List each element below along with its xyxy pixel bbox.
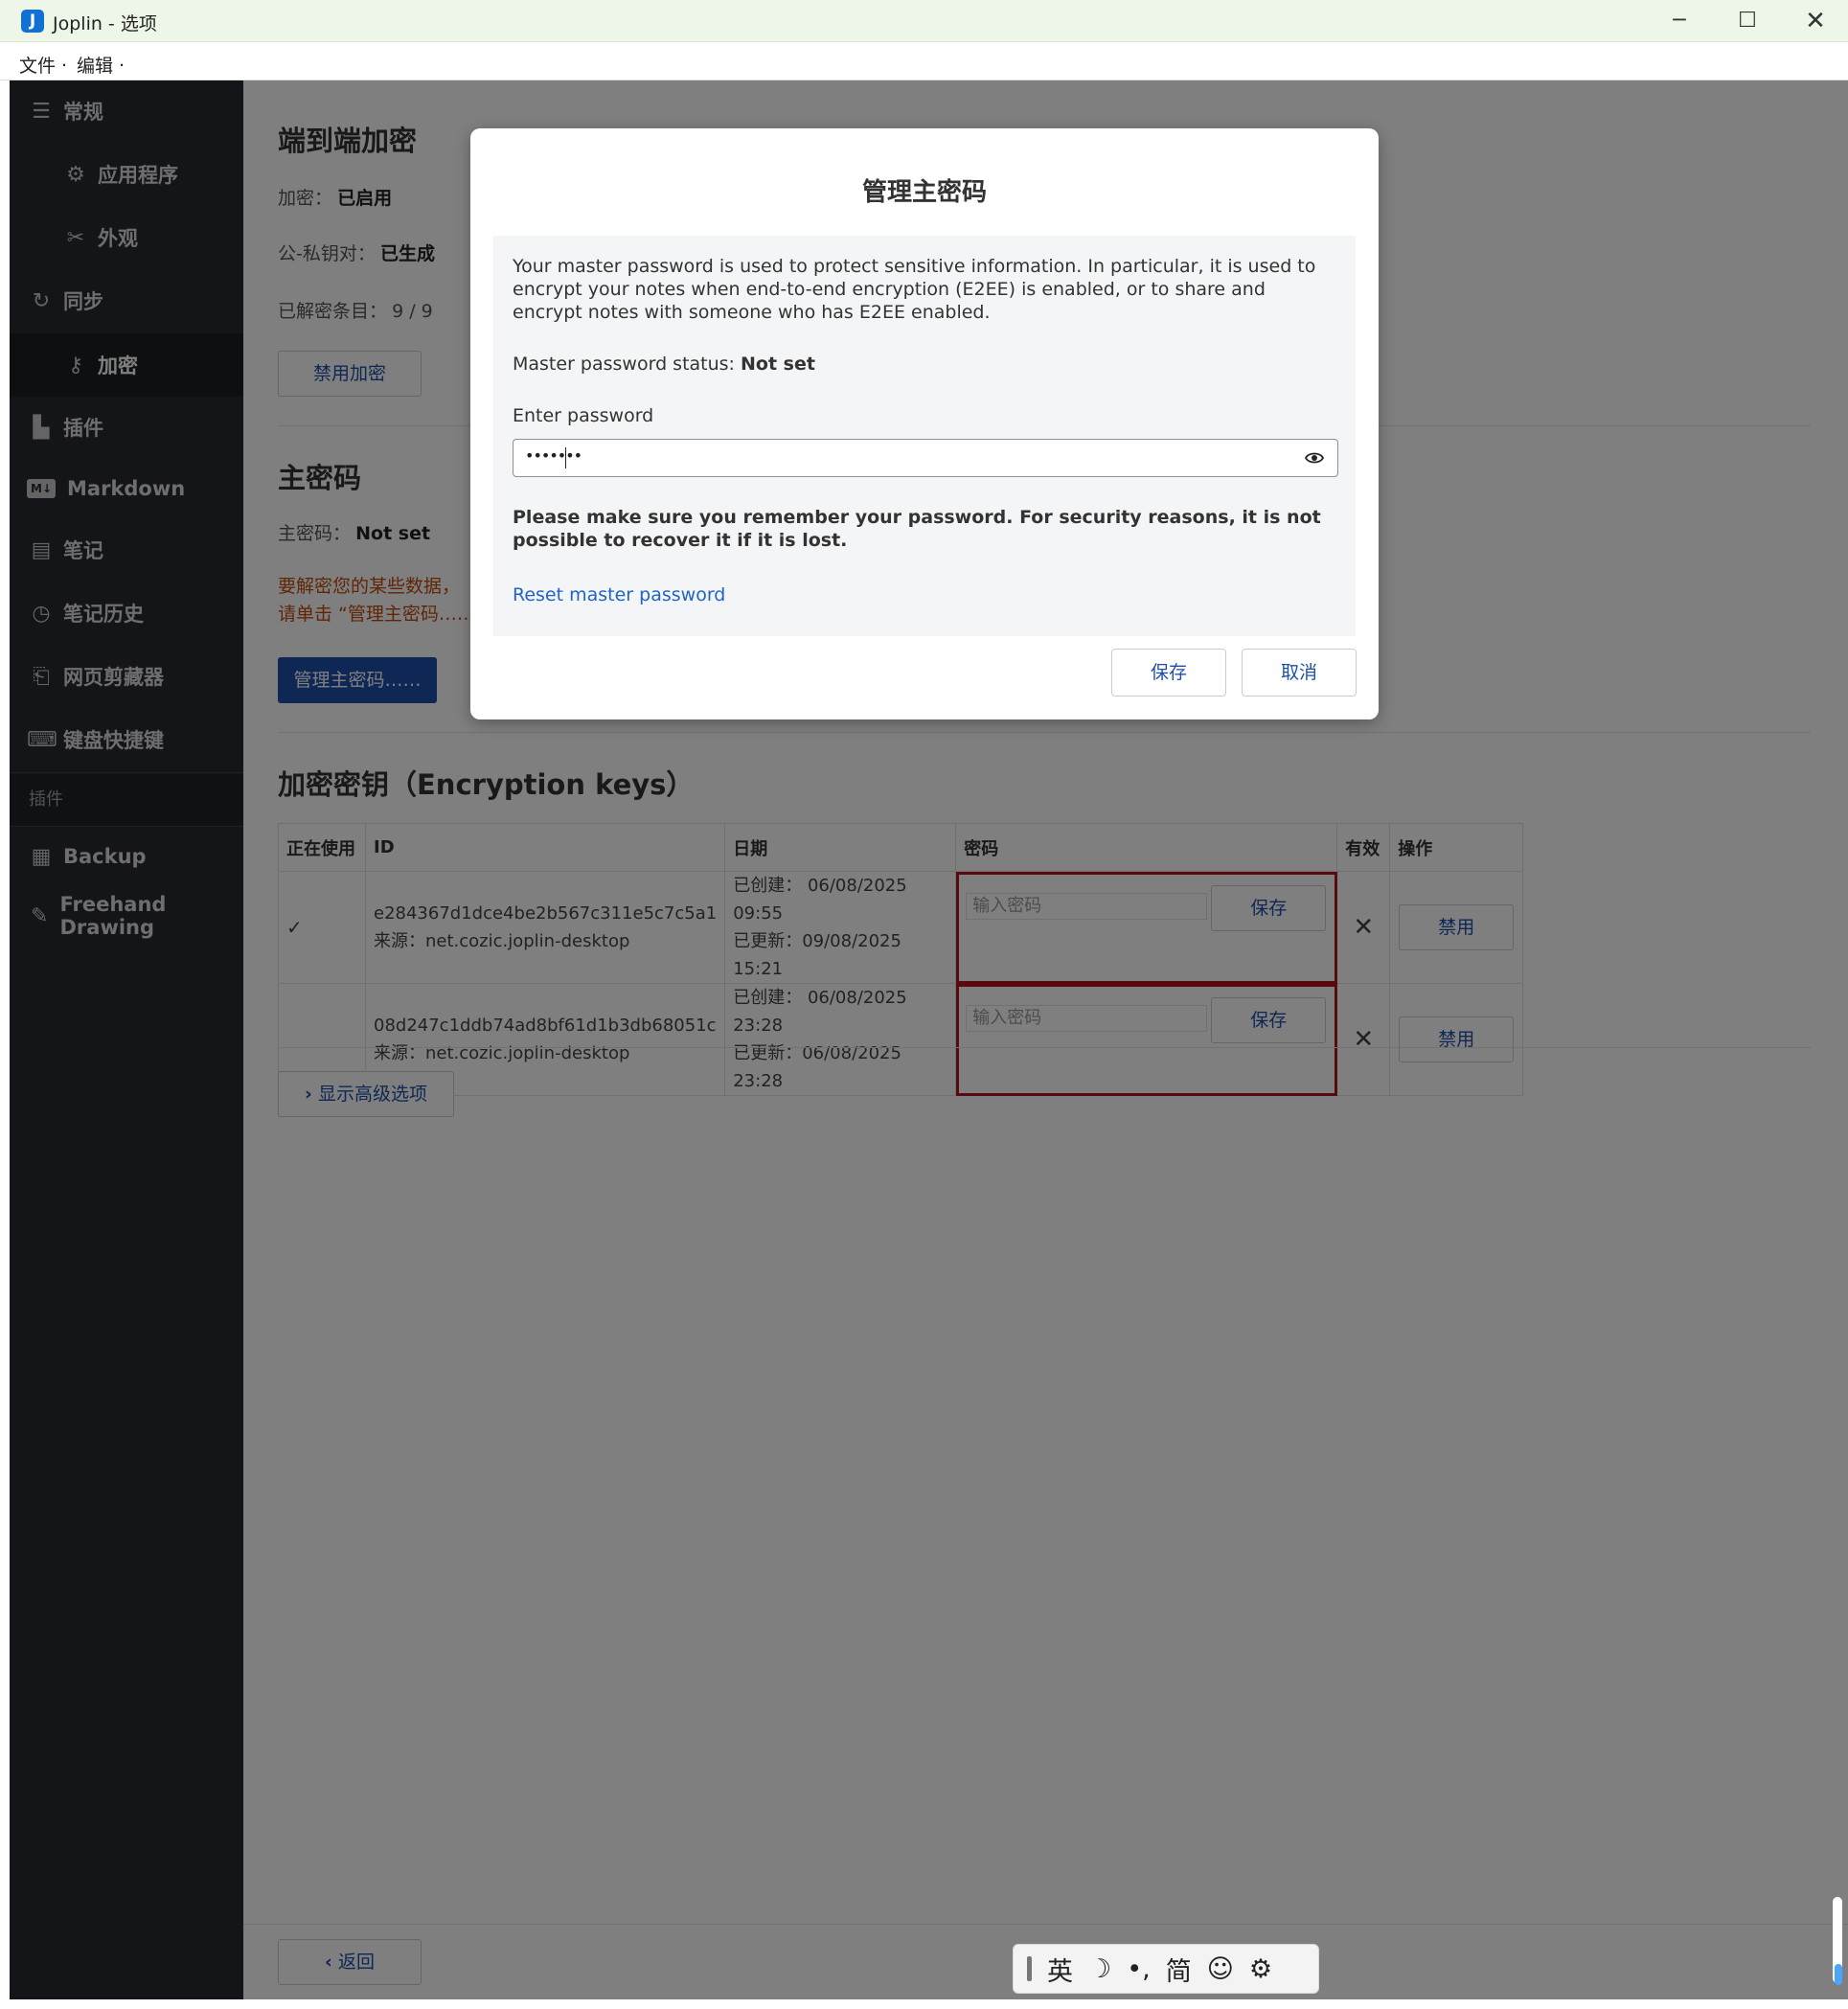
password-dots: ••••••• [525,446,582,465]
menu-bar: 文件 . 编辑 . [0,42,1848,80]
moon-icon[interactable]: ☽ [1088,1954,1111,1984]
reset-master-password-link[interactable]: Reset master password [513,584,725,605]
close-window-button[interactable]: ✕ [1782,0,1848,42]
ime-toolbar: 英 ☽ •, 简 ☺ ⚙ [1013,1944,1319,1994]
status-label: Master password status: [513,354,741,375]
master-password-input[interactable]: ••••••• [513,439,1338,477]
text-caret [565,447,566,468]
scrollbar-indicator[interactable] [1835,1964,1842,1985]
joplin-app-icon: J [21,10,44,33]
master-password-status: Master password status: Not set [513,353,1336,376]
window-title: Joplin - 选项 [53,13,157,34]
menu-separator-dot: . [119,50,125,71]
dialog-description: Your master password is used to protect … [513,256,1316,323]
menu-file[interactable]: 文件 [19,52,56,78]
remember-password-warning: Please make sure you remember your passw… [513,507,1321,551]
ime-drag-handle[interactable] [1027,1956,1032,1981]
minimize-button[interactable]: ─ [1646,0,1713,42]
punctuation-icon[interactable]: •, [1127,1954,1151,1984]
status-value: Not set [741,354,815,375]
maximize-button[interactable]: ☐ [1714,0,1781,42]
menu-edit[interactable]: 编辑 [77,52,113,78]
enter-password-label: Enter password [513,405,654,426]
ime-simplified-toggle[interactable]: 简 [1166,1951,1192,1988]
show-password-eye-icon[interactable] [1305,451,1324,465]
dialog-title: 管理主密码 [861,178,987,207]
dialog-save-button[interactable]: 保存 [1111,649,1226,696]
menu-separator-dot: . [61,50,68,71]
title-bar: J Joplin - 选项 ─ ☐ ✕ [0,0,1848,42]
dialog-cancel-button[interactable]: 取消 [1242,649,1357,696]
ime-settings-gear-icon[interactable]: ⚙ [1249,1954,1272,1984]
emoji-icon[interactable]: ☺ [1207,1954,1234,1984]
manage-master-password-dialog: 管理主密码 Your master password is used to pr… [470,128,1379,719]
ime-language-toggle[interactable]: 英 [1047,1951,1073,1988]
dialog-body: Your master password is used to protect … [493,236,1356,636]
